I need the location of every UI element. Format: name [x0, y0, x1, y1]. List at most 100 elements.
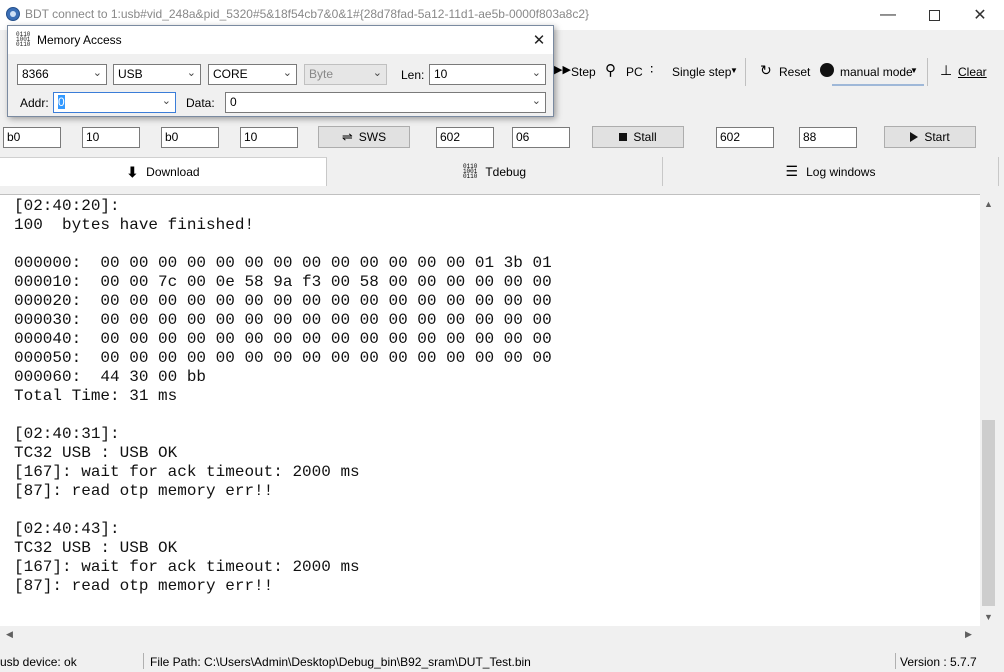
- tab-download-label: Download: [146, 165, 200, 179]
- dialog-title-bar: 0110 1001 0110 Memory Access ✕: [8, 26, 553, 54]
- tab-log-windows[interactable]: ☰ Log windows: [663, 157, 999, 186]
- chevron-down-icon: ⌄: [531, 67, 541, 79]
- log-line: TC32 USB : USB OK: [14, 444, 178, 462]
- status-separator: [895, 653, 896, 669]
- start-value-field[interactable]: 88: [799, 127, 857, 148]
- unit-select-value: Byte: [309, 67, 334, 81]
- maximize-button[interactable]: [911, 0, 957, 30]
- dialog-close-button[interactable]: ✕: [528, 29, 550, 51]
- log-line: Total Time: 31 ms: [14, 387, 178, 405]
- reset-icon: ↻: [760, 62, 772, 78]
- chevron-down-icon: ▼: [910, 66, 918, 75]
- close-window-button[interactable]: ✕: [957, 0, 1003, 30]
- mode-underline: [832, 84, 924, 86]
- vertical-scroll-thumb[interactable]: [982, 420, 995, 606]
- interface-select[interactable]: USB ⌄: [113, 64, 201, 85]
- scroll-left-icon[interactable]: ◀: [6, 629, 13, 640]
- step-button[interactable]: Step: [571, 65, 596, 79]
- memory-access-dialog: 0110 1001 0110 Memory Access ✕ 8366 ⌄ US…: [7, 25, 554, 117]
- device-status: usb device: ok: [0, 655, 77, 669]
- version-label: Version : 5.7.7: [900, 655, 977, 669]
- data-input-value: 0: [230, 95, 237, 109]
- log-line: 000030: 00 00 00 00 00 00 00 00 00 00 00…: [14, 311, 552, 329]
- start-addr-field[interactable]: 602: [716, 127, 774, 148]
- manual-mode-icon: [820, 63, 834, 77]
- log-line: [167]: wait for ack timeout: 2000 ms: [14, 558, 360, 576]
- stall-value-field[interactable]: 06: [512, 127, 570, 148]
- data-input[interactable]: 0 ⌄: [225, 92, 546, 113]
- addr-input[interactable]: 0 ⌄: [53, 92, 176, 113]
- sws-button-label: SWS: [358, 130, 387, 144]
- chevron-down-icon: ⌄: [282, 67, 292, 79]
- addr-input-value: 0: [58, 95, 65, 109]
- reset-button[interactable]: Reset: [779, 65, 810, 79]
- broom-icon: ⊥: [940, 62, 953, 78]
- dialog-title: Memory Access: [37, 33, 122, 47]
- log-line: 000060: 44 30 00 bb: [14, 368, 207, 386]
- tab-tdebug[interactable]: 0110 1001 0110 Tdebug: [327, 157, 663, 186]
- log-line: 000050: 00 00 00 00 00 00 00 00 00 00 00…: [14, 349, 552, 367]
- scroll-up-icon[interactable]: ▲: [984, 199, 993, 209]
- chevron-down-icon: ⌄: [531, 95, 541, 107]
- tab-download[interactable]: ⬇ Download: [0, 157, 327, 186]
- chip-select[interactable]: 8366 ⌄: [17, 64, 107, 85]
- sws-addr-field-2[interactable]: b0: [161, 127, 219, 148]
- log-line: 000040: 00 00 00 00 00 00 00 00 00 00 00…: [14, 330, 552, 348]
- log-line: [02:40:43]:: [14, 520, 120, 538]
- maximize-icon: [928, 9, 940, 21]
- download-icon: ⬇: [126, 163, 139, 180]
- step-icon: ▶▶: [554, 64, 571, 76]
- sws-len-field-1[interactable]: 10: [82, 127, 140, 148]
- log-line: 100 bytes have finished!: [14, 216, 255, 234]
- chevron-down-icon: ▼: [730, 66, 738, 75]
- binary-icon: 0110 1001 0110: [16, 31, 31, 48]
- log-lines: [02:40:20]: 100 bytes have finished! 0000…: [14, 197, 552, 596]
- interface-select-value: USB: [118, 67, 143, 81]
- log-line: [167]: wait for ack timeout: 2000 ms: [14, 463, 360, 481]
- unit-select: Byte ⌄: [304, 64, 387, 85]
- minimize-button[interactable]: —: [865, 0, 911, 30]
- app-icon: [6, 7, 20, 21]
- len-select[interactable]: 10 ⌄: [429, 64, 546, 85]
- refresh-icon: ⇌: [341, 129, 353, 144]
- list-icon: ☰: [785, 163, 799, 179]
- start-button-label: Start: [924, 130, 950, 144]
- target-select[interactable]: CORE ⌄: [208, 64, 297, 85]
- vertical-scrollbar[interactable]: ▲ ▼: [980, 194, 997, 626]
- status-separator: [143, 653, 144, 669]
- addr-label: Addr:: [20, 96, 49, 110]
- log-line: 000000: 00 00 00 00 00 00 00 00 00 00 00…: [14, 254, 552, 272]
- play-icon: [910, 132, 919, 142]
- stall-button[interactable]: Stall: [592, 126, 684, 148]
- stall-button-label: Stall: [633, 130, 657, 144]
- len-select-value: 10: [434, 67, 448, 81]
- status-bar: usb device: ok File Path: C:\Users\Admin…: [0, 650, 1004, 672]
- target-select-value: CORE: [213, 67, 248, 81]
- data-label: Data:: [186, 96, 215, 110]
- chip-select-value: 8366: [22, 67, 49, 81]
- sws-len-field-2[interactable]: 10: [240, 127, 298, 148]
- start-button[interactable]: Start: [884, 126, 976, 148]
- pc-button[interactable]: PC: [626, 65, 643, 79]
- log-line: 000010: 00 00 7c 00 0e 58 9a f3 00 58 00…: [14, 273, 552, 291]
- chevron-down-icon: ⌄: [372, 67, 382, 79]
- clear-button[interactable]: Clear: [958, 65, 987, 79]
- footsteps-icon: ∶: [650, 62, 654, 77]
- file-path: File Path: C:\Users\Admin\Desktop\Debug_…: [150, 655, 531, 669]
- close-icon: ✕: [973, 7, 987, 24]
- sws-button[interactable]: ⇌ SWS: [318, 126, 410, 148]
- horizontal-scrollbar[interactable]: ◀ ▶: [0, 626, 980, 643]
- close-icon: ✕: [532, 32, 546, 49]
- log-line: [02:40:20]:: [14, 197, 120, 215]
- manual-mode-button[interactable]: manual mode: [840, 65, 913, 79]
- scroll-down-icon[interactable]: ▼: [984, 612, 993, 622]
- stall-addr-field[interactable]: 602: [436, 127, 494, 148]
- scroll-right-icon[interactable]: ▶: [965, 629, 972, 640]
- single-step-button[interactable]: Single step: [672, 65, 731, 79]
- log-output[interactable]: [02:40:20]: 100 bytes have finished! 0000…: [0, 194, 980, 626]
- toolbar-separator: [745, 58, 746, 86]
- sws-addr-field-1[interactable]: b0: [3, 127, 61, 148]
- tab-tdebug-label: Tdebug: [485, 164, 527, 179]
